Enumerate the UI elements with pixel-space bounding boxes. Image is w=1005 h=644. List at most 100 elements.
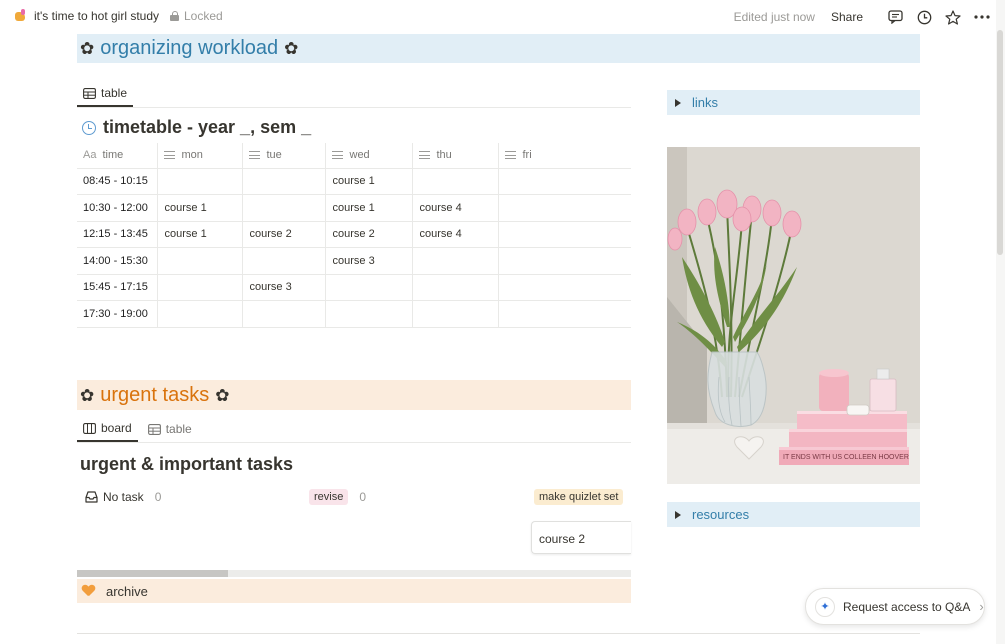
- column-header-wed[interactable]: wed: [325, 143, 413, 169]
- table-cell[interactable]: [498, 300, 631, 328]
- text-lines-icon: [504, 151, 516, 160]
- tab-table-label: table: [101, 86, 128, 100]
- group-label: make quizlet set: [534, 489, 624, 505]
- board-icon: [83, 422, 96, 434]
- table-cell[interactable]: [325, 300, 413, 328]
- timetable-title-text: timetable - year _, sem _: [103, 117, 312, 137]
- table-cell[interactable]: [242, 247, 326, 275]
- table-cell[interactable]: [242, 194, 326, 222]
- table-cell[interactable]: course 2: [242, 221, 326, 248]
- board-group-revise[interactable]: revise 0: [309, 489, 366, 505]
- tab-board[interactable]: board: [77, 421, 138, 442]
- column-header-mon[interactable]: mon: [157, 143, 243, 169]
- column-header-fri[interactable]: fri: [498, 143, 631, 169]
- table-cell[interactable]: [242, 300, 326, 328]
- board-card[interactable]: course 2: [531, 521, 631, 554]
- board-group-no-task[interactable]: No task 0: [85, 490, 161, 504]
- table-cell[interactable]: [157, 274, 243, 301]
- column-header-thu[interactable]: thu: [412, 143, 499, 169]
- group-count: 0: [359, 490, 367, 504]
- table-cell[interactable]: [498, 221, 631, 248]
- vertical-scrollbar[interactable]: [996, 0, 1005, 644]
- time-cell[interactable]: 08:45 - 10:15: [77, 168, 158, 195]
- table-cell[interactable]: [325, 274, 413, 301]
- workload-heading: organizing workload: [100, 37, 279, 59]
- table-cell[interactable]: [412, 274, 499, 301]
- table-cell[interactable]: course 4: [412, 194, 499, 222]
- links-toggle[interactable]: links: [667, 90, 920, 115]
- table-header-row: Aa time mon tue wed thu fri: [77, 143, 631, 169]
- time-cell[interactable]: 10:30 - 12:00: [77, 194, 158, 222]
- star-icon[interactable]: [944, 8, 962, 26]
- table-cell[interactable]: [242, 168, 326, 195]
- request-access-label: Request access to Q&A: [843, 599, 971, 614]
- toggle-triangle-icon[interactable]: [675, 98, 681, 107]
- table-cell[interactable]: course 1: [325, 168, 413, 195]
- column-header-tue[interactable]: tue: [242, 143, 326, 169]
- archive-label: archive: [106, 583, 148, 599]
- table-cell[interactable]: [498, 168, 631, 195]
- table-row[interactable]: 08:45 - 10:15 course 1: [77, 168, 631, 195]
- request-access-button[interactable]: ✦ Request access to Q&A ›: [805, 588, 985, 625]
- urgent-view-tabs: board table: [77, 421, 631, 443]
- table-cell[interactable]: course 1: [157, 194, 243, 222]
- group-label: No task: [103, 490, 144, 504]
- scrollbar-thumb[interactable]: [77, 570, 228, 577]
- history-icon[interactable]: [915, 8, 933, 26]
- table-row[interactable]: 17:30 - 19:00: [77, 300, 631, 328]
- text-lines-icon: [331, 151, 343, 160]
- table-cell[interactable]: [498, 247, 631, 275]
- tulips-photo: IT ENDS WITH US COLLEEN HOOVER: [667, 147, 920, 484]
- table-icon: [83, 87, 96, 99]
- sparkle-icon: ✦: [815, 596, 835, 617]
- time-cell[interactable]: 17:30 - 19:00: [77, 300, 158, 328]
- table-row[interactable]: 10:30 - 12:00 course 1 course 1 course 4: [77, 194, 631, 222]
- board-title: urgent & important tasks: [80, 454, 294, 474]
- table-row[interactable]: 12:15 - 13:45 course 1 course 2 course 2…: [77, 221, 631, 248]
- scrollbar-thumb[interactable]: [997, 30, 1003, 255]
- table-cell[interactable]: course 1: [325, 194, 413, 222]
- time-cell[interactable]: 14:00 - 15:30: [77, 247, 158, 275]
- chevron-right-icon: ›: [979, 599, 984, 614]
- table-cell[interactable]: [412, 300, 499, 328]
- table-cell[interactable]: [157, 247, 243, 275]
- table-row[interactable]: 15:45 - 17:15 course 3: [77, 274, 631, 301]
- horizontal-scrollbar[interactable]: [77, 570, 631, 577]
- flower-icon: ✿: [80, 38, 95, 58]
- archive-toggle[interactable]: archive: [77, 579, 631, 603]
- toggle-triangle-icon[interactable]: [675, 510, 681, 519]
- text-property-icon: Aa: [83, 149, 97, 162]
- table-cell[interactable]: [498, 274, 631, 301]
- table-row[interactable]: 14:00 - 15:30 course 3: [77, 247, 631, 275]
- breadcrumb[interactable]: it's time to hot girl study: [14, 9, 159, 23]
- tab-table[interactable]: table: [77, 86, 134, 107]
- inbox-icon: [85, 491, 98, 503]
- table-cell[interactable]: [498, 194, 631, 222]
- locked-indicator[interactable]: Locked: [170, 9, 223, 23]
- time-cell[interactable]: 15:45 - 17:15: [77, 274, 158, 301]
- table-cell[interactable]: course 3: [242, 274, 326, 301]
- tab-table[interactable]: table: [142, 422, 198, 442]
- table-cell[interactable]: course 1: [157, 221, 243, 248]
- tab-table-label: table: [165, 422, 192, 436]
- table-cell[interactable]: [412, 247, 499, 275]
- column-header-time[interactable]: Aa time: [77, 143, 158, 169]
- share-button[interactable]: Share: [831, 10, 863, 24]
- links-label: links: [692, 95, 719, 110]
- flower-icon: ✿: [80, 385, 95, 405]
- resources-toggle[interactable]: resources: [667, 502, 920, 527]
- more-options-icon[interactable]: [973, 8, 991, 26]
- comments-icon[interactable]: [886, 8, 904, 26]
- table-cell[interactable]: course 2: [325, 221, 413, 248]
- svg-text:IT ENDS WITH US COLLEEN HOOVE: IT ENDS WITH US COLLEEN HOOVER: [783, 454, 909, 461]
- table-cell[interactable]: course 4: [412, 221, 499, 248]
- board-group-make-quizlet-set[interactable]: make quizlet set: [534, 489, 624, 505]
- time-cell[interactable]: 12:15 - 13:45: [77, 221, 158, 248]
- timetable: Aa time mon tue wed thu fri 08:45 - 10:15…: [77, 143, 631, 328]
- table-cell[interactable]: [157, 168, 243, 195]
- group-count: 0: [154, 490, 162, 504]
- edited-status[interactable]: Edited just now: [734, 10, 815, 24]
- table-cell[interactable]: [412, 168, 499, 195]
- table-cell[interactable]: [157, 300, 243, 328]
- table-cell[interactable]: course 3: [325, 247, 413, 275]
